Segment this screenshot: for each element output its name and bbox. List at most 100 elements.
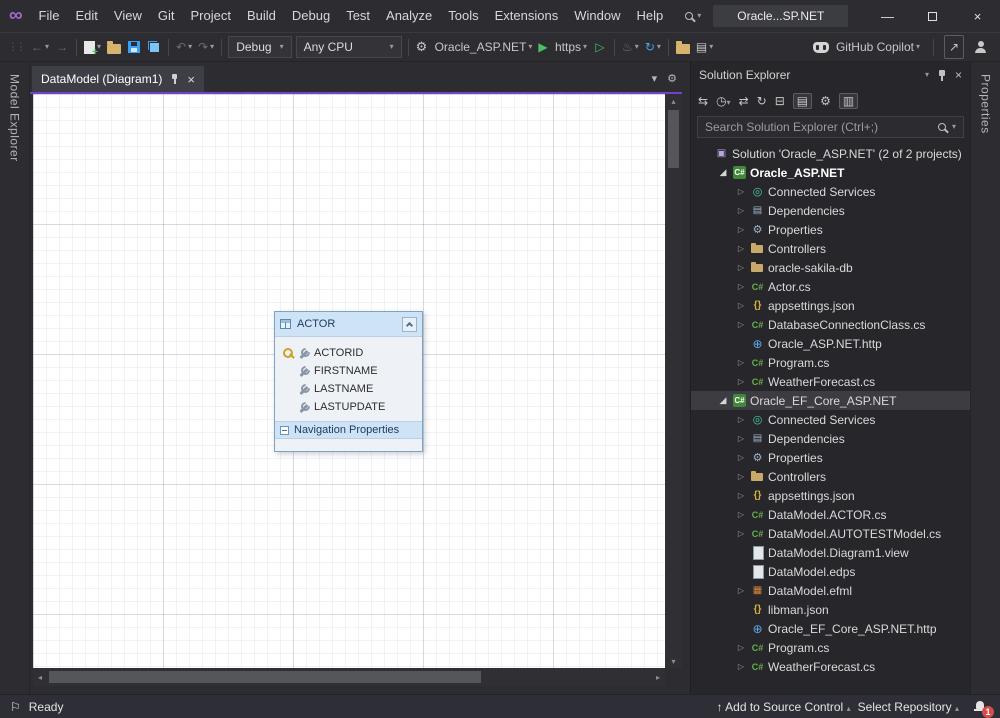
panel-splitter[interactable] bbox=[682, 62, 690, 694]
solution-platform-dropdown[interactable]: Any CPU ▾ bbox=[295, 36, 402, 58]
navigate-forward-button[interactable]: → bbox=[52, 35, 72, 59]
tab-datamodel-diagram1[interactable]: DataModel (Diagram1) × bbox=[32, 66, 204, 92]
menu-debug[interactable]: Debug bbox=[284, 0, 338, 32]
tree-chevron-icon[interactable]: ▷ bbox=[733, 244, 749, 253]
solution-configuration-dropdown[interactable]: Debug ▾ bbox=[228, 36, 292, 58]
tree-chevron-icon[interactable]: ▷ bbox=[733, 643, 749, 652]
tree-item-oracle-sakila-db[interactable]: ▷ oracle-sakila-db bbox=[691, 258, 970, 277]
entity-property-row[interactable]: LASTNAME bbox=[275, 380, 422, 398]
diagram-canvas[interactable]: ACTOR ACTORID FIRSTNAME LASTNAME LASTUPDATE… bbox=[33, 94, 665, 668]
close-panel-icon[interactable]: × bbox=[955, 68, 962, 82]
tree-item-controllers[interactable]: ▷ Controllers bbox=[691, 239, 970, 258]
show-all-files-icon[interactable]: ▤ bbox=[792, 93, 813, 109]
open-file-button[interactable] bbox=[104, 35, 124, 59]
pin-icon[interactable] bbox=[170, 74, 179, 84]
entity-property-row[interactable]: FIRSTNAME bbox=[275, 362, 422, 380]
start-debugging-button[interactable]: ▶ https ▾ bbox=[535, 35, 590, 59]
auto-hide-pin-icon[interactable] bbox=[938, 69, 946, 81]
tree-chevron-icon[interactable]: ▷ bbox=[733, 187, 749, 196]
tree-item-connected-services[interactable]: ▷ ◎ Connected Services bbox=[691, 182, 970, 201]
vertical-scroll-thumb[interactable] bbox=[668, 110, 679, 168]
tree-chevron-icon[interactable]: ▷ bbox=[733, 491, 749, 500]
collapse-all-icon[interactable]: ⊟ bbox=[775, 94, 785, 108]
entity-actor[interactable]: ACTOR ACTORID FIRSTNAME LASTNAME LASTUPDATE… bbox=[274, 311, 423, 452]
scroll-down-icon[interactable]: ▾ bbox=[665, 654, 682, 668]
tree-chevron-icon[interactable]: ▷ bbox=[733, 415, 749, 424]
tree-item-oracle-asp-net-http[interactable]: ⊕ Oracle_ASP.NET.http bbox=[691, 334, 970, 353]
tree-item-program-cs[interactable]: ▷ C# Program.cs bbox=[691, 353, 970, 372]
save-all-button[interactable] bbox=[144, 35, 164, 59]
start-without-debugging-button[interactable]: ▷ bbox=[590, 35, 610, 59]
tree-item-properties[interactable]: ▷ ⚙ Properties bbox=[691, 448, 970, 467]
tree-item-weatherforecast-cs[interactable]: ▷ C# WeatherForecast.cs bbox=[691, 657, 970, 676]
tree-item-properties[interactable]: ▷ ⚙ Properties bbox=[691, 220, 970, 239]
tree-item-oracle-ef-core-asp-net-http[interactable]: ⊕ Oracle_EF_Core_ASP.NET.http bbox=[691, 619, 970, 638]
tree-item-solution-oracle-asp-net-2-of-2-projects[interactable]: ▣ Solution 'Oracle_ASP.NET' (2 of 2 proje… bbox=[691, 144, 970, 163]
tree-item-actor-cs[interactable]: ▷ C# Actor.cs bbox=[691, 277, 970, 296]
redo-button[interactable]: ↷ ▾ bbox=[195, 35, 217, 59]
menu-edit[interactable]: Edit bbox=[68, 0, 106, 32]
quick-search-button[interactable]: ▾ bbox=[685, 12, 701, 20]
tree-chevron-icon[interactable]: ▷ bbox=[733, 510, 749, 519]
solution-explorer-search[interactable]: Search Solution Explorer (Ctrl+;) ▾ bbox=[697, 116, 964, 138]
entity-property-row[interactable]: ACTORID bbox=[275, 344, 422, 362]
menu-analyze[interactable]: Analyze bbox=[378, 0, 440, 32]
collapse-section-icon[interactable] bbox=[280, 425, 289, 435]
tree-chevron-icon[interactable]: ▷ bbox=[733, 377, 749, 386]
user-account-button[interactable] bbox=[970, 35, 990, 59]
menu-file[interactable]: File bbox=[31, 0, 68, 32]
panel-menu-chevron-icon[interactable]: ▾ bbox=[925, 71, 929, 79]
tree-chevron-icon[interactable]: ▷ bbox=[733, 529, 749, 538]
navigate-back-button[interactable]: ← ▾ bbox=[28, 35, 52, 59]
menu-window[interactable]: Window bbox=[566, 0, 628, 32]
switch-views-icon[interactable]: ⇆ bbox=[698, 94, 708, 108]
collapse-entity-button[interactable] bbox=[402, 316, 417, 332]
restart-application-button[interactable]: ↻ ▾ bbox=[642, 35, 664, 59]
properties-tab[interactable]: Properties bbox=[979, 74, 993, 134]
menu-help[interactable]: Help bbox=[628, 0, 671, 32]
tree-item-dependencies[interactable]: ▷ ▤ Dependencies bbox=[691, 201, 970, 220]
minimize-button[interactable]: — bbox=[865, 0, 910, 32]
select-repository-button[interactable]: Select Repository ▴ bbox=[858, 700, 959, 714]
menu-extensions[interactable]: Extensions bbox=[487, 0, 567, 32]
properties-wrench-icon[interactable]: ⚙ bbox=[820, 94, 831, 108]
show-output-button[interactable]: ▤ ▾ bbox=[693, 35, 716, 59]
tree-chevron-icon[interactable]: ▷ bbox=[733, 282, 749, 291]
tree-chevron-icon[interactable]: ▷ bbox=[733, 206, 749, 215]
horizontal-scroll-thumb[interactable] bbox=[49, 671, 481, 683]
document-list-chevron-icon[interactable]: ▾ bbox=[652, 72, 658, 85]
tree-chevron-icon[interactable]: ▷ bbox=[733, 263, 749, 272]
tree-chevron-icon[interactable]: ▷ bbox=[733, 320, 749, 329]
scroll-right-icon[interactable]: ▸ bbox=[651, 668, 665, 686]
entity-property-row[interactable]: LASTUPDATE bbox=[275, 398, 422, 416]
tree-item-appsettings-json[interactable]: ▷ {} appsettings.json bbox=[691, 486, 970, 505]
tree-chevron-icon[interactable]: ▷ bbox=[733, 662, 749, 671]
tree-item-datamodel-autotestmodel-cs[interactable]: ▷ C# DataModel.AUTOTESTModel.cs bbox=[691, 524, 970, 543]
menu-test[interactable]: Test bbox=[338, 0, 378, 32]
new-item-button[interactable]: ▾ bbox=[81, 35, 104, 59]
github-copilot-button[interactable]: GitHub Copilot ▾ bbox=[810, 35, 923, 59]
hot-reload-button[interactable]: ♨ ▾ bbox=[619, 35, 642, 59]
add-to-source-control-button[interactable]: ↑ Add to Source Control ▴ bbox=[716, 700, 850, 714]
menu-view[interactable]: View bbox=[106, 0, 150, 32]
refresh-icon[interactable]: ↻ bbox=[757, 94, 767, 108]
maximize-button[interactable] bbox=[910, 0, 955, 32]
horizontal-scrollbar[interactable]: ◂ ▸ bbox=[33, 668, 665, 686]
sync-with-active-document-icon[interactable]: ⇄ bbox=[739, 94, 749, 108]
pending-changes-filter-icon[interactable]: ◷▾ bbox=[716, 94, 731, 108]
menu-tools[interactable]: Tools bbox=[440, 0, 486, 32]
tree-chevron-icon[interactable]: ▷ bbox=[733, 301, 749, 310]
tree-item-libman-json[interactable]: {} libman.json bbox=[691, 600, 970, 619]
notifications-button[interactable]: 1 bbox=[974, 699, 994, 718]
tree-chevron-icon[interactable]: ▷ bbox=[733, 434, 749, 443]
tree-item-program-cs[interactable]: ▷ C# Program.cs bbox=[691, 638, 970, 657]
tree-chevron-icon[interactable]: ▷ bbox=[733, 453, 749, 462]
tree-chevron-icon[interactable]: ▷ bbox=[733, 358, 749, 367]
tree-item-connected-services[interactable]: ▷ ◎ Connected Services bbox=[691, 410, 970, 429]
entity-header[interactable]: ACTOR bbox=[275, 312, 422, 337]
tree-chevron-icon[interactable]: ◢ bbox=[715, 167, 731, 178]
find-in-files-button[interactable] bbox=[673, 35, 693, 59]
tree-item-databaseconnectionclass-cs[interactable]: ▷ C# DatabaseConnectionClass.cs bbox=[691, 315, 970, 334]
save-button[interactable] bbox=[124, 35, 144, 59]
tree-chevron-icon[interactable]: ▷ bbox=[733, 586, 749, 595]
